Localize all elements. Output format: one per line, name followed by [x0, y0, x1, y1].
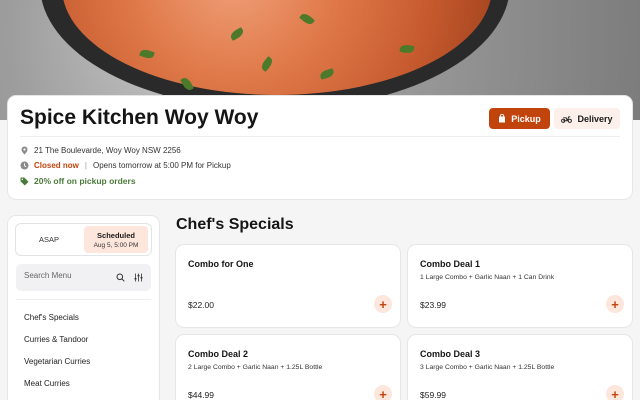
menu-item-card[interactable]: Combo for One $22.00 + [176, 245, 400, 327]
status-separator: | [84, 161, 87, 170]
plus-icon: + [379, 296, 387, 312]
pickup-button[interactable]: Pickup [489, 108, 550, 129]
asap-option[interactable]: ASAP [16, 224, 82, 255]
filter-icon[interactable] [134, 273, 143, 282]
search-input[interactable] [24, 271, 104, 280]
item-description: 2 Large Combo + Garlic Naan + 1.25L Bott… [188, 364, 323, 371]
item-description: 3 Large Combo + Garlic Naan + 1.25L Bott… [420, 364, 555, 371]
scheduled-label: Scheduled [97, 230, 135, 240]
scheduled-time: Aug 5, 5:00 PM [93, 241, 139, 249]
menu-item-card[interactable]: Combo Deal 1 1 Large Combo + Garlic Naan… [408, 245, 632, 327]
menu-item-card[interactable]: Combo Deal 2 2 Large Combo + Garlic Naan… [176, 335, 400, 400]
search-icon[interactable] [116, 273, 125, 282]
item-description: 1 Large Combo + Garlic Naan + 1 Can Drin… [420, 274, 555, 281]
item-price: $59.99 [420, 390, 446, 400]
category-curries-tandoor[interactable]: Curries & Tandoor [24, 335, 88, 344]
category-chefs-specials[interactable]: Chef's Specials [24, 313, 79, 322]
category-meat-curries[interactable]: Meat Curries [24, 379, 70, 388]
restaurant-header-card: Spice Kitchen Woy Woy Pickup Delivery 21… [8, 96, 632, 199]
delivery-label: Delivery [577, 113, 613, 124]
plus-icon: + [611, 296, 619, 312]
header-divider [20, 136, 620, 137]
delivery-button[interactable]: Delivery [554, 108, 620, 129]
item-name: Combo for One [188, 259, 254, 269]
item-name: Combo Deal 2 [188, 349, 249, 359]
promo-row: 20% off on pickup orders [20, 176, 136, 186]
promo-text: 20% off on pickup orders [34, 176, 136, 186]
order-time-toggle: ASAP Scheduled Aug 5, 5:00 PM [16, 224, 151, 255]
add-item-button[interactable]: + [374, 295, 392, 313]
plus-icon: + [611, 386, 619, 400]
item-price: $23.99 [420, 300, 446, 310]
item-price: $22.00 [188, 300, 214, 310]
item-price: $44.99 [188, 390, 214, 400]
scheduled-option[interactable]: Scheduled Aug 5, 5:00 PM [84, 226, 148, 253]
asap-label: ASAP [38, 235, 59, 244]
scooter-icon [561, 115, 573, 123]
add-item-button[interactable]: + [606, 385, 624, 400]
pickup-label: Pickup [511, 113, 541, 124]
shopping-bag-icon [499, 114, 506, 123]
address-text: 21 The Boulevarde, Woy Woy NSW 2256 [34, 146, 181, 155]
menu-search-box [16, 264, 151, 291]
sidebar-divider [16, 299, 151, 300]
add-item-button[interactable]: + [606, 295, 624, 313]
clock-icon [20, 161, 29, 170]
item-name: Combo Deal 3 [420, 349, 481, 359]
map-pin-icon [21, 146, 28, 155]
tag-icon [20, 177, 29, 185]
address-row: 21 The Boulevarde, Woy Woy NSW 2256 [20, 146, 181, 155]
category-vegetarian-curries[interactable]: Vegetarian Curries [24, 357, 90, 366]
section-title: Chef's Specials [176, 216, 294, 233]
status-closed-text: Closed now [34, 161, 79, 170]
plus-icon: + [379, 386, 387, 400]
restaurant-title: Spice Kitchen Woy Woy [20, 106, 259, 129]
item-name: Combo Deal 1 [420, 259, 481, 269]
menu-item-card[interactable]: Combo Deal 3 3 Large Combo + Garlic Naan… [408, 335, 632, 400]
hours-row: Closed now | Opens tomorrow at 5:00 PM f… [20, 161, 231, 170]
menu-sidebar: ASAP Scheduled Aug 5, 5:00 PM Chef's Spe… [8, 216, 159, 400]
hours-note-text: Opens tomorrow at 5:00 PM for Pickup [92, 161, 231, 170]
add-item-button[interactable]: + [374, 385, 392, 400]
